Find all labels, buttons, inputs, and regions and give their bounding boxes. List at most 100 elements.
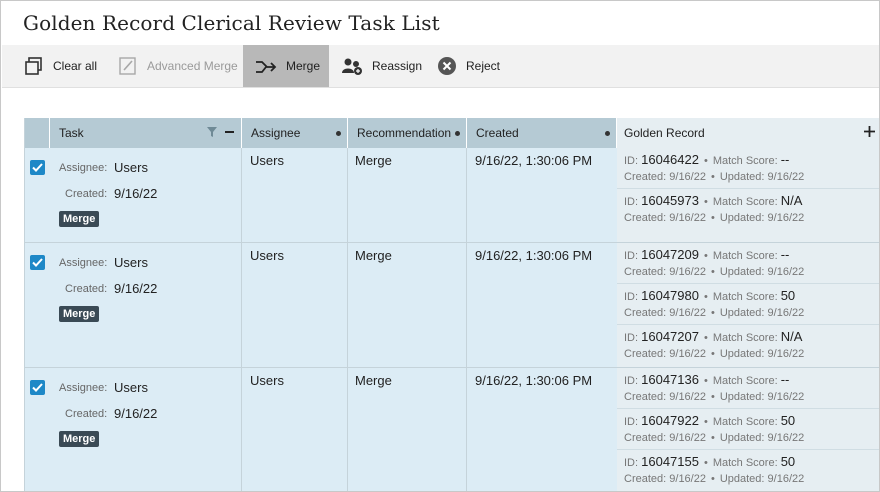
- column-menu-icon[interactable]: [455, 131, 460, 136]
- golden-record-item[interactable]: ID: 16047209 • Match Score: -- Created: 9/…: [617, 243, 879, 284]
- clear-all-button[interactable]: Clear all: [24, 45, 97, 87]
- match-score-label: Match Score:: [712, 155, 778, 167]
- record-updated: 9/16/22: [767, 307, 805, 319]
- created-label: Created:: [624, 212, 667, 224]
- match-score: 50: [780, 454, 796, 469]
- assignee-cell: Users: [250, 153, 284, 168]
- record-id: 16047980: [641, 288, 699, 303]
- table-row[interactable]: Assignee: Users Created: 9/16/22 Merge U…: [25, 368, 879, 491]
- id-label: ID:: [624, 457, 639, 469]
- record-created: 9/16/22: [669, 307, 706, 319]
- record-created: 9/16/22: [669, 348, 706, 360]
- filter-icon[interactable]: [206, 126, 218, 138]
- assignee-value: Users: [114, 160, 148, 175]
- reassign-label: Reassign: [372, 59, 423, 73]
- column-divider: [241, 368, 242, 491]
- id-label: ID:: [624, 196, 639, 208]
- row-checkbox[interactable]: [30, 255, 45, 270]
- column-header-assignee[interactable]: Assignee: [242, 118, 348, 148]
- advanced-merge-button[interactable]: Advanced Merge: [118, 45, 238, 87]
- golden-record-item[interactable]: ID: 16047922 • Match Score: 50 Created: 9/…: [617, 409, 879, 450]
- column-header-task-label: Task: [59, 126, 84, 140]
- add-icon[interactable]: [864, 126, 875, 137]
- window-frame: Golden Record Clerical Review Task List …: [0, 0, 880, 492]
- updated-label: Updated:: [719, 171, 765, 183]
- match-score: 50: [780, 413, 796, 428]
- bullet-separator: •: [703, 457, 708, 469]
- match-score-label: Match Score:: [712, 250, 778, 262]
- bullet-separator: •: [710, 266, 715, 278]
- column-menu-icon[interactable]: [336, 131, 341, 136]
- record-updated: 9/16/22: [767, 171, 805, 183]
- created-value: 9/16/22: [114, 186, 158, 201]
- record-updated: 9/16/22: [767, 473, 805, 485]
- record-id: 16047155: [641, 454, 699, 469]
- assignee-label: Assignee:: [59, 382, 108, 394]
- record-id: 16047922: [641, 413, 699, 428]
- record-created: 9/16/22: [669, 473, 706, 485]
- match-score-label: Match Score:: [712, 291, 778, 303]
- bullet-separator: •: [703, 375, 708, 387]
- record-id: 16046422: [641, 152, 699, 167]
- clear-all-label: Clear all: [53, 59, 98, 73]
- column-divider: [241, 148, 242, 242]
- bullet-separator: •: [710, 212, 715, 224]
- match-score: --: [780, 247, 790, 262]
- collapse-icon[interactable]: [225, 131, 234, 133]
- bullet-separator: •: [703, 332, 708, 344]
- golden-record-item[interactable]: ID: 16047207 • Match Score: N/A Created: 9…: [617, 325, 879, 366]
- record-id: 16047136: [641, 372, 699, 387]
- column-divider: [347, 243, 348, 367]
- golden-record-item[interactable]: ID: 16045973 • Match Score: N/A Created: 9…: [617, 189, 879, 230]
- column-divider: [347, 368, 348, 491]
- column-header-created-label: Created: [476, 126, 519, 140]
- merge-badge: Merge: [59, 211, 100, 227]
- golden-record-item[interactable]: ID: 16046422 • Match Score: -- Created: 9/…: [617, 148, 879, 189]
- record-updated: 9/16/22: [767, 212, 805, 224]
- recommendation-cell: Merge: [355, 248, 392, 263]
- column-header-assignee-label: Assignee: [251, 126, 301, 140]
- bullet-separator: •: [703, 250, 708, 262]
- merge-label: Merge: [286, 59, 321, 73]
- record-updated: 9/16/22: [767, 432, 805, 444]
- merge-badge: Merge: [59, 306, 100, 322]
- golden-record-item[interactable]: ID: 16047155 • Match Score: 50 Created: 9/…: [617, 450, 879, 491]
- created-label: Created:: [624, 348, 667, 360]
- created-label: Created:: [624, 307, 667, 319]
- record-updated: 9/16/22: [767, 391, 805, 403]
- record-created: 9/16/22: [669, 171, 706, 183]
- column-divider: [241, 243, 242, 367]
- column-header-created[interactable]: Created: [467, 118, 617, 148]
- column-header-golden-record[interactable]: Golden Record: [617, 118, 879, 148]
- column-menu-icon[interactable]: [605, 131, 610, 136]
- golden-record-item[interactable]: ID: 16047980 • Match Score: 50 Created: 9/…: [617, 284, 879, 325]
- match-score: --: [780, 152, 790, 167]
- golden-record-item[interactable]: ID: 16047136 • Match Score: -- Created: 9/…: [617, 368, 879, 409]
- column-header-recommendation-label: Recommendation: [357, 126, 452, 140]
- column-divider: [466, 148, 467, 242]
- table-row[interactable]: Assignee: Users Created: 9/16/22 Merge U…: [25, 148, 879, 243]
- reassign-button[interactable]: Reassign: [341, 45, 422, 87]
- id-label: ID:: [624, 332, 639, 344]
- record-created: 9/16/22: [669, 391, 706, 403]
- row-checkbox[interactable]: [30, 160, 45, 175]
- match-score-label: Match Score:: [712, 332, 778, 344]
- column-header-recommendation[interactable]: Recommendation: [348, 118, 467, 148]
- column-header-task[interactable]: Task: [50, 118, 242, 148]
- bullet-separator: •: [710, 348, 715, 360]
- row-checkbox[interactable]: [30, 380, 45, 395]
- checkmark-icon: [32, 163, 43, 172]
- page-title: Golden Record Clerical Review Task List: [23, 11, 440, 35]
- advanced-merge-label: Advanced Merge: [147, 59, 238, 73]
- golden-record-cell: ID: 16046422 • Match Score: -- Created: 9/…: [617, 148, 879, 242]
- assignee-value: Users: [114, 380, 148, 395]
- match-score: 50: [780, 288, 796, 303]
- merge-button[interactable]: Merge: [243, 45, 329, 87]
- reject-button[interactable]: Reject: [437, 45, 500, 87]
- select-column-header: [25, 118, 50, 148]
- bullet-separator: •: [710, 473, 715, 485]
- created-label: Created:: [65, 283, 108, 295]
- table-row[interactable]: Assignee: Users Created: 9/16/22 Merge U…: [25, 243, 879, 368]
- created-label: Created:: [624, 473, 667, 485]
- column-divider: [347, 148, 348, 242]
